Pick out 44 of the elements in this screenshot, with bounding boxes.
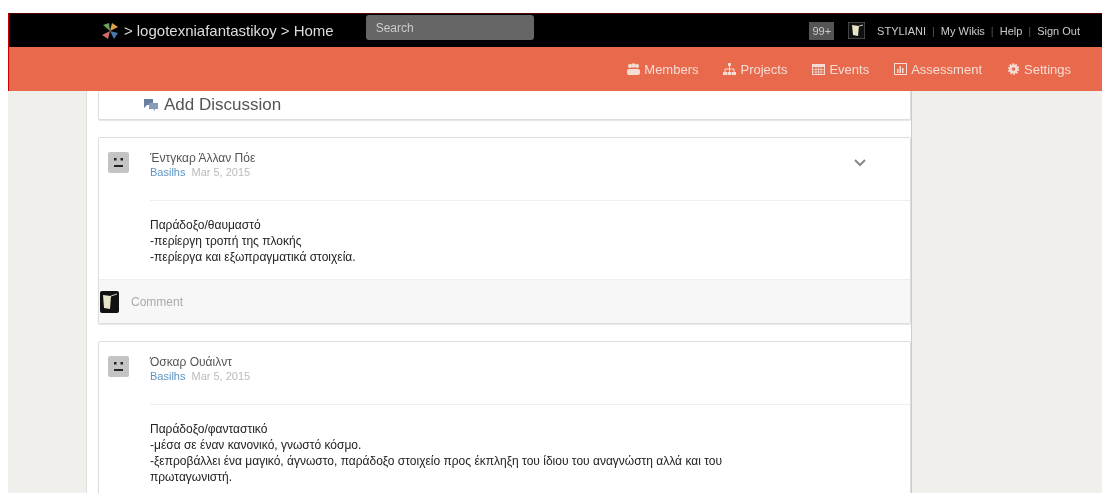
discussion-title: Έντγκαρ Άλλαν Πόε [150, 151, 257, 165]
post-text-line: -περίεργη τροπή της πλοκής [150, 233, 303, 249]
user-link[interactable]: Sign Out [1037, 24, 1080, 37]
user-avatar-icon [100, 290, 119, 313]
link-separator: | [1028, 24, 1032, 37]
comment-field[interactable]: Comment [131, 294, 431, 309]
post-date: Mar 5, 2015 [191, 166, 251, 178]
speech-bubbles-icon [143, 98, 159, 112]
bar-chart-icon [894, 63, 908, 75]
post-text-line: -ξεπροβάλλει ένα μαγικό, άγνωστο, παράδοξο στοιχείο προς έκπληξη του ίδιου του αναγνώστη αλλά και του πρωταγωνιστή. [150, 453, 723, 485]
nav-link[interactable]: Assessment [894, 61, 982, 77]
people-icon [627, 63, 641, 75]
user-link[interactable]: My Wikis [940, 24, 985, 37]
breadcrumb-link[interactable]: logotexniafantastikoy [136, 22, 277, 39]
user-link[interactable]: STYLIANI [877, 24, 926, 37]
link-separator: | [932, 24, 935, 37]
post-text-line: Παράδοξο/φανταστικό [150, 421, 269, 437]
discussion-title: Όσκαρ Ουάιλντ [150, 355, 233, 369]
breadcrumb-separator: > [280, 22, 290, 39]
add-discussion-link[interactable]: Add Discussion [143, 95, 282, 115]
face-avatar-icon [108, 152, 129, 173]
user-link[interactable]: Help [999, 24, 1023, 37]
nav-link[interactable]: Settings [1007, 61, 1071, 77]
post-text-line: -περίεργα και εξωπραγματικά στοιχεία. [150, 249, 357, 265]
post-date: Mar 5, 2015 [191, 370, 251, 382]
author-link[interactable]: Basilhs [150, 370, 186, 382]
hierarchy-icon [723, 63, 737, 75]
post-text-line: Παράδοξο/θαυμαστό [150, 217, 262, 233]
nav-link[interactable]: Members [627, 61, 699, 77]
nav-link[interactable]: Projects [723, 61, 788, 77]
breadcrumb-link[interactable]: Home [293, 22, 334, 39]
pinwheel-logo-icon [100, 20, 120, 41]
user-avatar-icon [848, 22, 866, 39]
author-link[interactable]: Basilhs [150, 166, 186, 178]
chevron-down-icon[interactable] [854, 159, 866, 167]
face-avatar-icon [108, 356, 129, 377]
notification-badge[interactable]: 99+ [809, 21, 835, 40]
link-separator: | [990, 24, 994, 37]
calendar-icon [812, 63, 826, 75]
settings-icon [1007, 63, 1020, 75]
nav-link[interactable]: Events [812, 61, 870, 77]
breadcrumb-separator: > [124, 22, 133, 39]
search-field[interactable]: Search [365, 15, 534, 40]
post-text-line: -μέσα σε έναν κανονικό, γνωστό κόσμο. [150, 437, 363, 453]
